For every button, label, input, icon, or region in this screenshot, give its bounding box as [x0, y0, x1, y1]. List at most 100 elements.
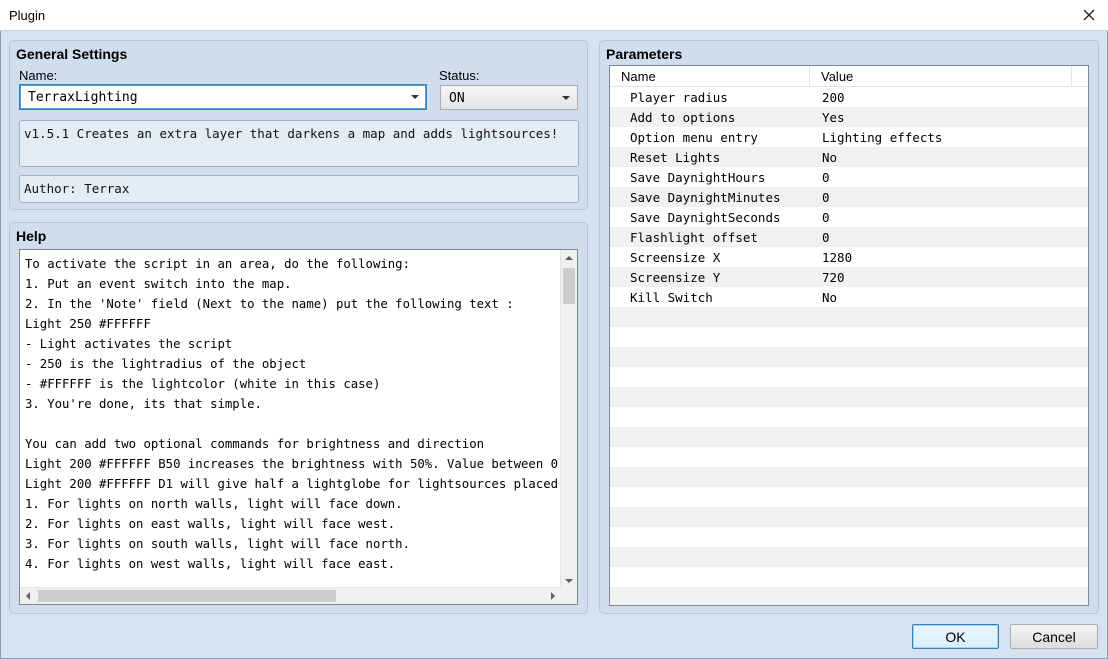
help-line: 1. For lights on north walls, light will…: [25, 497, 403, 511]
close-icon[interactable]: [1078, 4, 1100, 26]
parameter-value: Yes: [822, 110, 845, 125]
table-row[interactable]: Add to options Yes: [610, 107, 1088, 127]
empty-table-row: [610, 367, 1088, 387]
table-row[interactable]: Reset Lights No: [610, 147, 1088, 167]
title-bar: Plugin: [0, 0, 1108, 31]
empty-table-row: [610, 467, 1088, 487]
table-row[interactable]: Save DaynightSeconds 0: [610, 207, 1088, 227]
help-text: To activate the script in an area, do th…: [25, 254, 558, 574]
horizontal-scroll-thumb[interactable]: [38, 590, 336, 602]
help-line: To activate the script in an area, do th…: [25, 257, 410, 271]
parameters-heading: Parameters: [606, 46, 683, 62]
help-line: - Light activates the script: [25, 337, 233, 351]
table-row[interactable]: Screensize X 1280: [610, 247, 1088, 267]
status-value: ON: [449, 91, 465, 106]
author-text: Author: Terrax: [24, 181, 130, 196]
help-line: 2. In the 'Note' field (Next to the name…: [25, 297, 514, 311]
plugin-name-value: TerraxLighting: [28, 90, 138, 105]
column-header-value[interactable]: Value: [810, 66, 1072, 86]
help-line: 3. For lights on south walls, light will…: [25, 537, 410, 551]
parameter-name: Screensize Y: [630, 270, 721, 285]
table-row[interactable]: Flashlight offset 0: [610, 227, 1088, 247]
help-heading: Help: [16, 228, 47, 244]
table-header: Name Value: [610, 66, 1088, 87]
parameter-value: 0: [822, 170, 830, 185]
table-row[interactable]: Screensize Y 720: [610, 267, 1088, 287]
general-settings-heading: General Settings: [16, 46, 128, 62]
parameter-value: 0: [822, 210, 830, 225]
table-row[interactable]: Option menu entry Lighting effects: [610, 127, 1088, 147]
empty-table-row: [610, 547, 1088, 567]
parameters-table[interactable]: Name Value Player radius 200 Add to option…: [609, 65, 1089, 606]
empty-table-row: [610, 587, 1088, 605]
parameter-name: Save DaynightSeconds: [630, 210, 781, 225]
help-line: - #FFFFFF is the lightcolor (white in th…: [25, 377, 381, 391]
parameter-name: Kill Switch: [630, 290, 713, 305]
parameter-value: 200: [822, 90, 845, 105]
chevron-down-icon: [411, 95, 419, 99]
table-row[interactable]: Kill Switch No: [610, 287, 1088, 307]
horizontal-scrollbar[interactable]: [20, 587, 561, 604]
scroll-left-icon[interactable]: [26, 592, 30, 600]
description-text: v1.5.1 Creates an extra layer that darke…: [24, 126, 559, 141]
table-row[interactable]: Save DaynightHours 0: [610, 167, 1088, 187]
table-row[interactable]: Save DaynightMinutes 0: [610, 187, 1088, 207]
name-label: Name:: [19, 68, 58, 83]
empty-table-row: [610, 487, 1088, 507]
help-line: - 250 is the lightradius of the object: [25, 357, 307, 371]
help-line: [25, 414, 558, 434]
vertical-scroll-thumb[interactable]: [563, 268, 575, 304]
help-line: You can add two optional commands for br…: [25, 437, 485, 451]
parameter-rows: Player radius 200 Add to options Yes Option …: [610, 87, 1088, 605]
scroll-up-icon[interactable]: [565, 256, 573, 260]
scroll-down-icon[interactable]: [565, 579, 573, 583]
plugin-author: Author: Terrax: [19, 175, 579, 203]
empty-table-row: [610, 347, 1088, 367]
scrollbar-corner: [560, 587, 577, 604]
parameter-value: 0: [822, 190, 830, 205]
help-line: Light 200 #FFFFFF B50 increases the brig…: [25, 457, 558, 471]
empty-table-row: [610, 387, 1088, 407]
status-label: Status:: [439, 68, 480, 83]
empty-table-row: [610, 507, 1088, 527]
help-line: 1. Put an event switch into the map.: [25, 277, 292, 291]
help-line: Light 200 #FFFFFF D1 will give half a li…: [25, 477, 558, 491]
parameter-name: Add to options: [630, 110, 736, 125]
chevron-down-icon: [562, 96, 570, 100]
column-header-name[interactable]: Name: [610, 66, 810, 86]
help-line: 4. For lights on west walls, light will …: [25, 557, 396, 571]
plugin-name-select[interactable]: TerraxLighting: [19, 84, 427, 110]
parameter-name: Save DaynightMinutes: [630, 190, 781, 205]
parameter-name: Flashlight offset: [630, 230, 758, 245]
window-title: Plugin: [9, 8, 46, 23]
plugin-description: v1.5.1 Creates an extra layer that darke…: [19, 120, 579, 167]
help-line: 3. You're done, its that simple.: [25, 397, 262, 411]
parameter-name: Screensize X: [630, 250, 721, 265]
cancel-button[interactable]: Cancel: [1010, 624, 1098, 649]
vertical-scrollbar[interactable]: [560, 250, 577, 589]
table-row[interactable]: Player radius 200: [610, 87, 1088, 107]
status-select[interactable]: ON: [440, 85, 578, 110]
column-header-filler: [1072, 66, 1088, 86]
empty-table-row: [610, 307, 1088, 327]
parameter-name: Player radius: [630, 90, 728, 105]
parameter-value: Lighting effects: [822, 130, 943, 145]
parameter-name: Save DaynightHours: [630, 170, 766, 185]
parameter-value: No: [822, 290, 838, 305]
parameter-name: Option menu entry: [630, 130, 758, 145]
help-line: 2. For lights on east walls, light will …: [25, 517, 396, 531]
parameter-value: No: [822, 150, 838, 165]
ok-button[interactable]: OK: [912, 624, 999, 649]
help-textarea[interactable]: To activate the script in an area, do th…: [19, 249, 578, 605]
general-settings-panel: General Settings Name: Status: TerraxLig…: [9, 40, 588, 210]
empty-table-row: [610, 407, 1088, 427]
parameter-name: Reset Lights: [630, 150, 721, 165]
empty-table-row: [610, 527, 1088, 547]
parameter-value: 720: [822, 270, 845, 285]
empty-table-row: [610, 327, 1088, 347]
help-line: Light 250 #FFFFFF: [25, 317, 151, 331]
scroll-right-icon[interactable]: [551, 592, 555, 600]
parameter-value: 1280: [822, 250, 853, 265]
empty-table-row: [610, 427, 1088, 447]
empty-table-row: [610, 447, 1088, 467]
